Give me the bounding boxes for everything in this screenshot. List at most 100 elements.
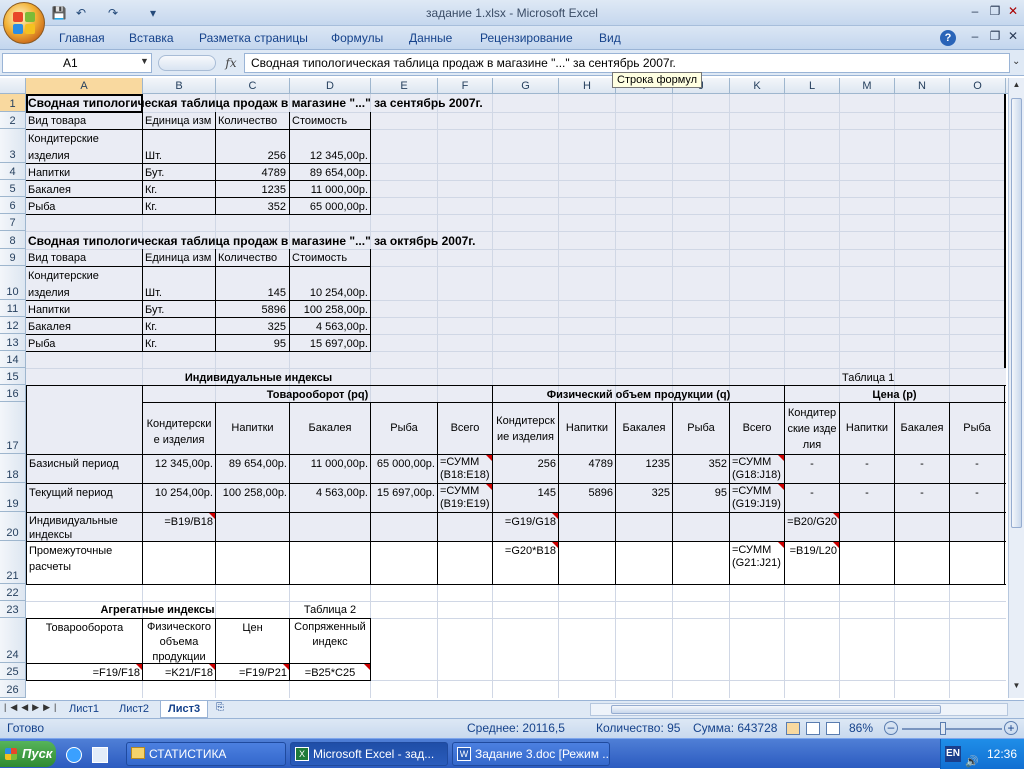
cell-h18[interactable]: 4789	[559, 456, 615, 472]
cell-g16[interactable]: Физический объем продукции (q)	[493, 387, 784, 403]
cell-f18[interactable]: =СУММ(B18:E18)	[438, 455, 492, 483]
task-statistika[interactable]: СТАТИСТИКА	[126, 742, 286, 766]
save-icon[interactable]: 💾	[50, 4, 68, 22]
cell-g18[interactable]: 256	[493, 456, 558, 472]
cell-b4[interactable]: Бут.	[143, 165, 166, 181]
page-break-view-icon[interactable]	[826, 722, 840, 735]
cell-g17[interactable]: Кондитерские изделия	[493, 403, 558, 454]
zoom-in-icon[interactable]: +	[1004, 721, 1018, 735]
cell-b6[interactable]: Кг.	[143, 199, 159, 215]
language-indicator[interactable]: EN	[945, 746, 961, 762]
cell-b15[interactable]: Индивидуальные индексы	[142, 370, 375, 386]
cell-d4[interactable]: 89 654,00р.	[290, 165, 370, 181]
workbook-close-icon[interactable]: ✕	[1004, 28, 1022, 46]
cell-c19[interactable]: 100 258,00р.	[216, 485, 289, 501]
row-header[interactable]: 16	[0, 385, 26, 402]
cell-d11[interactable]: 100 258,00р.	[290, 302, 370, 318]
cell-c4[interactable]: 4789	[216, 165, 288, 181]
cell-a8[interactable]: Сводная типологическая таблица продаж в …	[26, 233, 477, 249]
row-header[interactable]: 6	[0, 197, 26, 214]
scroll-up-icon[interactable]: ▲	[1010, 80, 1023, 94]
cell-c12[interactable]: 325	[216, 319, 288, 335]
cell-d2[interactable]: Стоимость	[290, 113, 349, 129]
horizontal-scrollbar[interactable]	[590, 703, 1008, 716]
row-header[interactable]: 3	[0, 129, 26, 163]
column-header-d[interactable]: D	[290, 78, 371, 94]
cell-c25[interactable]: =F19/P21	[216, 665, 289, 681]
cell-n17[interactable]: Бакалея	[895, 420, 949, 436]
insert-function-icon[interactable]: fx	[220, 53, 242, 73]
cell-b17[interactable]: Кондитерские изделия	[143, 404, 215, 454]
cell-n19[interactable]: -	[895, 485, 949, 501]
zoom-out-icon[interactable]: –	[884, 721, 898, 735]
minimize-icon[interactable]: –	[966, 3, 984, 21]
cell-j18[interactable]: 352	[673, 456, 729, 472]
office-button[interactable]	[3, 2, 45, 44]
workbook-restore-icon[interactable]: ❐	[986, 28, 1004, 46]
cell-a6[interactable]: Рыба	[26, 199, 57, 215]
cell-c24[interactable]: Цен	[216, 620, 289, 636]
close-icon[interactable]: ✕	[1004, 3, 1022, 21]
cell-c9[interactable]: Количество	[216, 250, 279, 266]
cell-c3[interactable]: 256	[216, 148, 288, 164]
cell-b24[interactable]: Физического объема продукции	[143, 619, 215, 666]
cell-a12[interactable]: Бакалея	[26, 319, 73, 335]
cell-a19[interactable]: Текущий период	[27, 485, 115, 501]
tab-page-layout[interactable]: Разметка страницы	[199, 26, 308, 50]
cell-d3[interactable]: 12 345,00р.	[290, 148, 370, 164]
redo-icon[interactable]: ↷	[104, 4, 122, 22]
zoom-slider[interactable]	[902, 728, 1002, 730]
formula-bar-splitter[interactable]	[158, 55, 216, 71]
volume-icon[interactable]: 🔊	[965, 747, 979, 777]
cell-d25[interactable]: =B25*C25	[290, 665, 370, 681]
sheet-tab-1[interactable]: Лист1	[62, 701, 106, 718]
cell-l18[interactable]: -	[785, 456, 839, 472]
cell-a4[interactable]: Напитки	[26, 165, 72, 181]
cell-e19[interactable]: 15 697,00р.	[371, 485, 437, 501]
cell-l16[interactable]: Цена (p)	[785, 387, 1004, 403]
column-header-a[interactable]: A	[26, 78, 143, 94]
row-header[interactable]: 14	[0, 351, 26, 368]
cell-b12[interactable]: Кг.	[143, 319, 159, 335]
cell-n18[interactable]: -	[895, 456, 949, 472]
row-header[interactable]: 5	[0, 180, 26, 197]
cell-d5[interactable]: 11 000,00р.	[290, 182, 370, 198]
cell-k17[interactable]: Всего	[730, 420, 784, 436]
tab-data[interactable]: Данные	[409, 26, 452, 50]
cell-i17[interactable]: Бакалея	[616, 420, 672, 436]
cell-g20[interactable]: =G19/G18	[493, 514, 558, 530]
restore-icon[interactable]: ❐	[986, 3, 1004, 21]
cell-a2[interactable]: Вид товара	[26, 113, 88, 129]
cell-k18[interactable]: =СУММ(G18:J18)	[730, 455, 784, 483]
sheet-tab-2[interactable]: Лист2	[112, 701, 156, 718]
cell-a13[interactable]: Рыба	[26, 336, 57, 352]
cell-d19[interactable]: 4 563,00р.	[290, 485, 370, 501]
row-header[interactable]: 15	[0, 368, 26, 385]
row-header[interactable]: 12	[0, 317, 26, 334]
vertical-scroll-thumb[interactable]	[1011, 98, 1022, 528]
cell-l20[interactable]: =B20/G20	[785, 514, 839, 530]
vertical-scrollbar[interactable]: ▲ ▼	[1008, 78, 1024, 698]
cell-h17[interactable]: Напитки	[559, 420, 615, 436]
cell-g19[interactable]: 145	[493, 485, 558, 501]
cell-a24[interactable]: Товарооборота	[27, 620, 142, 636]
cell-l19[interactable]: -	[785, 485, 839, 501]
cell-m17[interactable]: Напитки	[840, 420, 894, 436]
row-header[interactable]: 18	[0, 454, 26, 483]
row-header[interactable]: 7	[0, 214, 26, 231]
scroll-down-icon[interactable]: ▼	[1010, 681, 1023, 695]
name-box-dropdown-icon[interactable]: ▼	[140, 56, 149, 66]
tab-insert[interactable]: Вставка	[129, 26, 174, 50]
tab-home[interactable]: Главная	[59, 26, 105, 50]
cell-a20[interactable]: Индивидуальные индексы	[27, 513, 141, 541]
show-desktop-icon[interactable]	[92, 747, 108, 763]
cell-l15[interactable]: Таблица 1	[840, 370, 896, 386]
cell-a9[interactable]: Вид товара	[26, 250, 88, 266]
cell-b5[interactable]: Кг.	[143, 182, 159, 198]
cell-b11[interactable]: Бут.	[143, 302, 166, 318]
cell-a21[interactable]: Промежуточные расчеты	[27, 542, 127, 576]
row-header[interactable]: 21	[0, 541, 26, 584]
undo-icon[interactable]: ↶	[72, 4, 90, 22]
normal-view-icon[interactable]	[786, 722, 800, 735]
cell-o18[interactable]: -	[950, 456, 1004, 472]
